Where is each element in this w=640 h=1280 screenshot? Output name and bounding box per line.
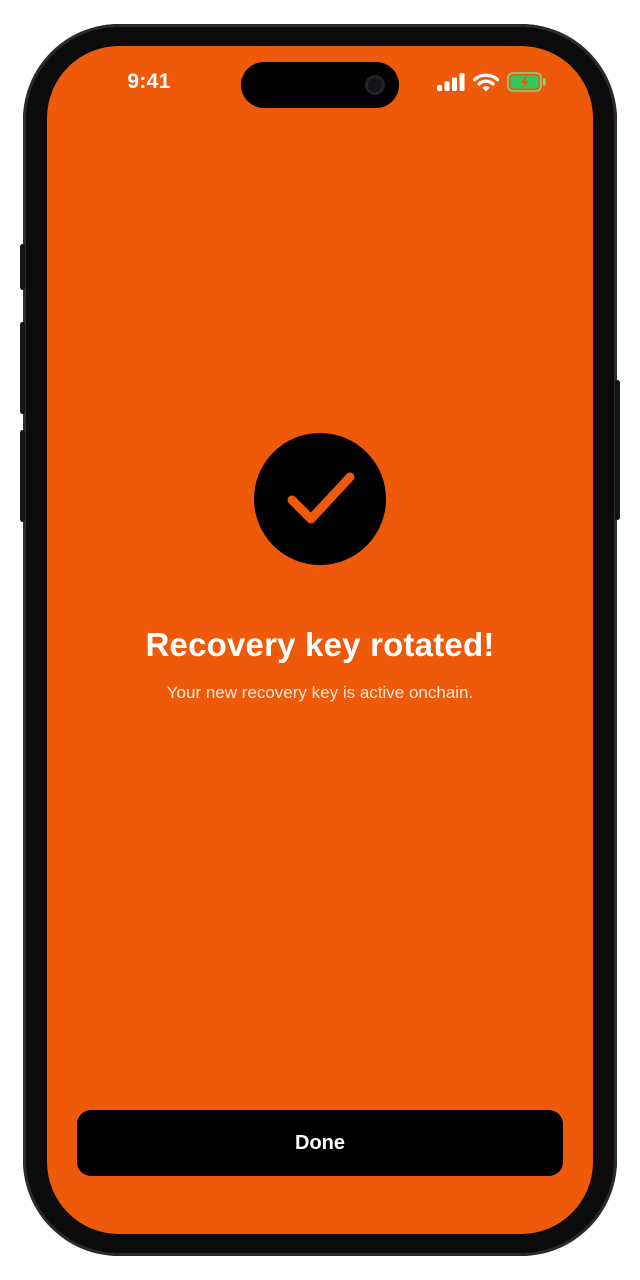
success-badge: [254, 433, 386, 565]
cellular-signal-icon: [437, 73, 465, 91]
status-icons: [437, 72, 547, 92]
dynamic-island: [241, 62, 399, 108]
camera-icon: [365, 75, 385, 95]
volume-up-button: [20, 322, 25, 414]
success-message: Your new recovery key is active onchain.: [166, 683, 474, 702]
status-time: 9:41: [127, 70, 171, 93]
wifi-icon: [473, 73, 499, 91]
checkmark-icon: [287, 472, 355, 524]
volume-down-button: [20, 430, 25, 522]
done-button[interactable]: Done: [77, 1110, 563, 1176]
screen: 9:41 Recovery key rotated! Your new reco…: [47, 46, 593, 1234]
success-title: Recovery key rotated!: [145, 626, 495, 663]
action-button: [20, 244, 25, 290]
power-button: [615, 380, 620, 520]
battery-charging-icon: [507, 72, 546, 92]
